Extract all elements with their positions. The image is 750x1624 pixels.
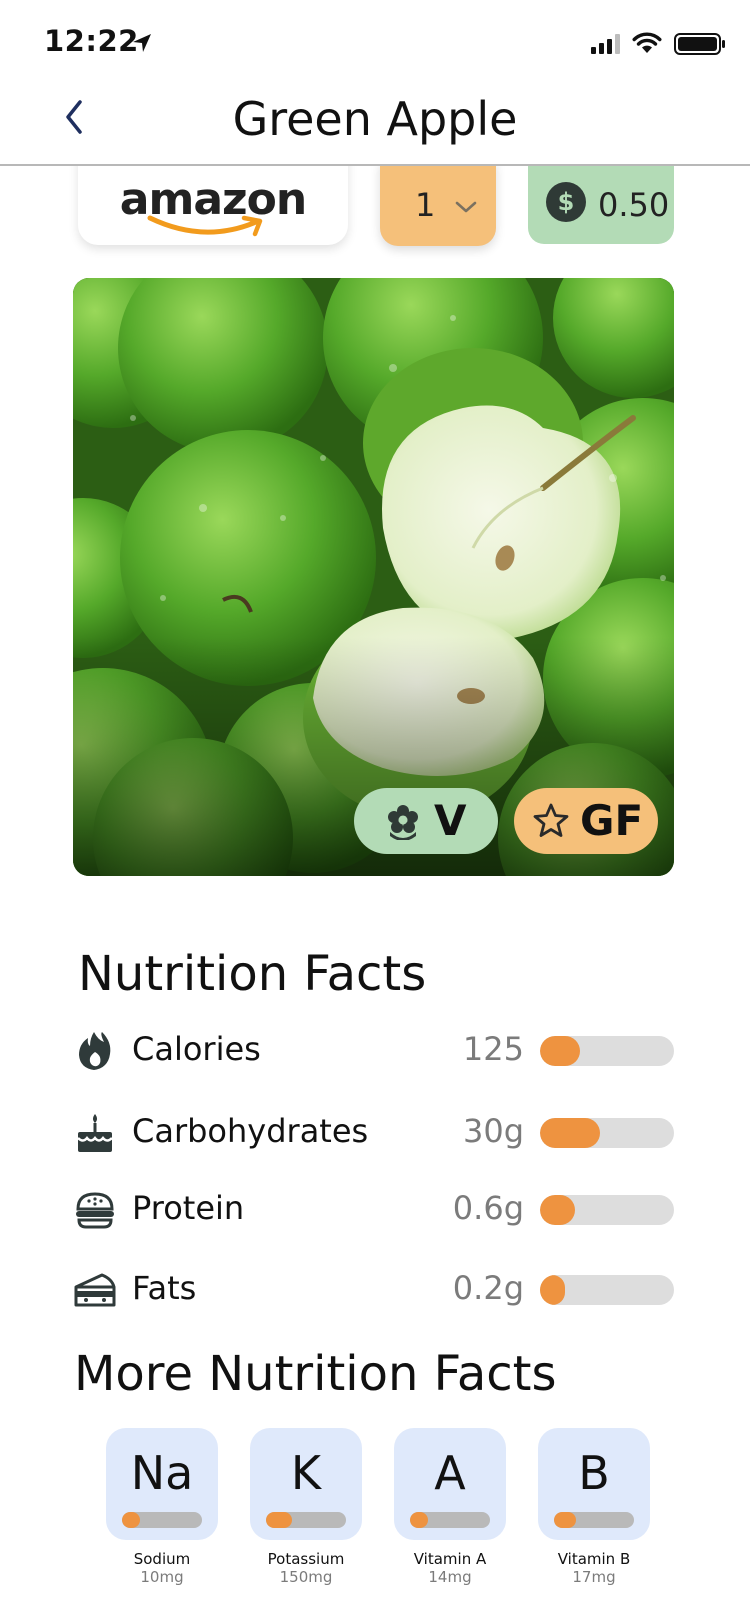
mineral-symbol: K <box>290 1446 322 1500</box>
mineral-amount: 14mg <box>428 1568 472 1586</box>
mineral-symbol: B <box>578 1446 610 1500</box>
mineral-name: Vitamin B <box>557 1550 631 1568</box>
mineral-bar <box>122 1512 202 1528</box>
nutrition-row-carbohydrates: Carbohydrates 30g <box>74 1104 674 1160</box>
page-title: Green Apple <box>232 92 518 146</box>
nutrition-row-protein: Protein 0.6g <box>74 1181 674 1237</box>
nutrition-value: 125 <box>462 1030 524 1068</box>
mineral-name: Vitamin A <box>413 1550 487 1568</box>
mineral-tile: K <box>250 1428 362 1540</box>
mineral-tile: A <box>394 1428 506 1540</box>
nutrition-value: 0.2g <box>452 1269 524 1307</box>
green-apples-photo <box>73 278 674 876</box>
nutrition-label: Protein <box>132 1189 245 1227</box>
status-bar: 12:22 <box>0 0 750 88</box>
dollar-icon: $ <box>546 182 586 222</box>
mineral-amount: 10mg <box>140 1568 184 1586</box>
mineral-bar-fill <box>554 1512 577 1528</box>
vegan-label: V <box>434 796 467 845</box>
nutrition-label: Calories <box>132 1030 261 1068</box>
mineral-name: Sodium <box>133 1550 191 1568</box>
star-outline-icon <box>533 803 569 837</box>
price-value: 0.50 <box>598 186 670 224</box>
vegan-badge[interactable]: V <box>354 788 498 854</box>
mineral-symbol: A <box>434 1446 466 1500</box>
mineral-amount: 150mg <box>279 1568 333 1586</box>
quantity-value: 1 <box>415 186 436 224</box>
status-time: 12:22 <box>44 24 139 58</box>
nutrition-bar-fill <box>540 1195 575 1225</box>
gluten-free-label: GF <box>580 796 644 845</box>
price-badge: $ 0.50 <box>528 160 674 244</box>
nutrition-label: Fats <box>132 1269 197 1307</box>
cheese-icon <box>74 1273 116 1307</box>
nutrition-bar <box>540 1195 674 1225</box>
mineral-tile: B <box>538 1428 650 1540</box>
nutrition-bar <box>540 1036 674 1066</box>
nutrition-row-calories: Calories 125 <box>74 1022 674 1078</box>
nutrition-value: 0.6g <box>452 1189 524 1227</box>
location-arrow-icon <box>133 34 151 52</box>
mineral-bar <box>410 1512 490 1528</box>
nutrition-bar-fill <box>540 1118 601 1148</box>
more-nutrition-facts-title: More Nutrition Facts <box>74 1346 557 1402</box>
nutrition-label: Carbohydrates <box>132 1112 369 1150</box>
mineral-bar-fill <box>410 1512 428 1528</box>
nutrition-facts-title: Nutrition Facts <box>78 946 427 1002</box>
flame-icon <box>79 1032 111 1070</box>
quantity-select[interactable]: 1 <box>380 160 496 246</box>
product-image <box>73 278 674 876</box>
nutrition-bar-fill <box>540 1275 566 1305</box>
chevron-down-icon <box>455 201 477 213</box>
navigation-bar: Green Apple <box>0 88 750 166</box>
gluten-free-badge[interactable]: GF <box>514 788 658 854</box>
mineral-bar <box>554 1512 634 1528</box>
burger-icon <box>76 1192 114 1229</box>
mineral-card-potassium[interactable]: K Potassium 150mg <box>250 1428 362 1586</box>
nutrition-value: 30g <box>462 1112 524 1150</box>
nutrition-bar-fill <box>540 1036 581 1066</box>
cellular-signal-icon <box>591 34 620 54</box>
mineral-card-sodium[interactable]: Na Sodium 10mg <box>106 1428 218 1586</box>
battery-icon <box>674 33 725 55</box>
nutrition-bar <box>540 1118 674 1148</box>
mineral-card-vitamin-a[interactable]: A Vitamin A 14mg <box>394 1428 506 1586</box>
mineral-bar-fill <box>266 1512 292 1528</box>
amazon-smile-icon <box>147 215 263 237</box>
nutrition-bar <box>540 1275 674 1305</box>
mineral-bar-fill <box>122 1512 140 1528</box>
flower-icon <box>388 805 418 840</box>
wifi-icon <box>632 32 662 53</box>
mineral-bar <box>266 1512 346 1528</box>
cake-icon <box>77 1114 113 1152</box>
mineral-symbol: Na <box>130 1446 194 1500</box>
mineral-card-vitamin-b[interactable]: B Vitamin B 17mg <box>538 1428 650 1586</box>
mineral-tile: Na <box>106 1428 218 1540</box>
mineral-amount: 17mg <box>572 1568 616 1586</box>
nutrition-row-fats: Fats 0.2g <box>74 1261 674 1317</box>
mineral-name: Potassium <box>267 1550 345 1568</box>
